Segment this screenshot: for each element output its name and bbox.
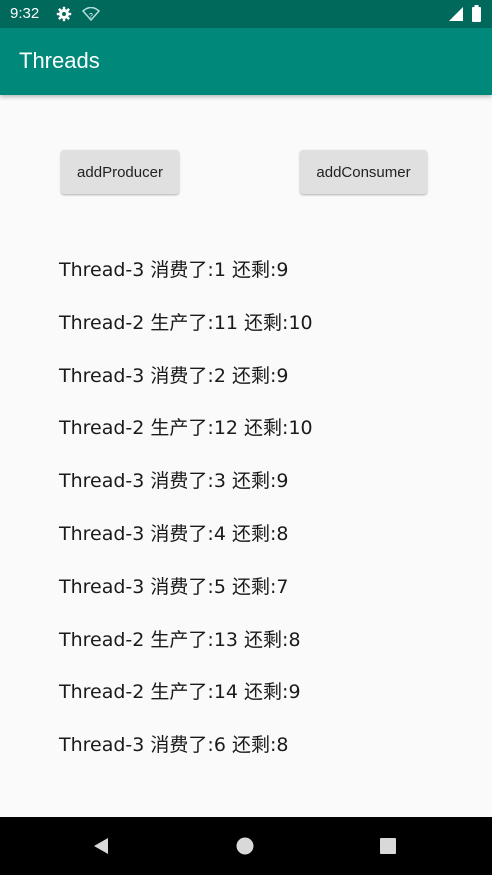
signal-icon (449, 7, 463, 21)
add-producer-button[interactable]: addProducer (61, 150, 179, 194)
add-consumer-button[interactable]: addConsumer (300, 150, 427, 194)
log-item: Thread-2 生产了:14 还剩:9 (59, 681, 301, 704)
gear-icon (56, 6, 72, 22)
status-time: 9:32 (10, 5, 40, 22)
app-bar: Threads (0, 28, 492, 95)
battery-icon (472, 5, 481, 22)
navigation-bar (0, 817, 492, 875)
log-item: Thread-3 消费了:5 还剩:7 (59, 575, 289, 598)
log-item: Thread-3 消费了:2 还剩:9 (59, 364, 289, 387)
thread-log-list: Thread-3 消费了:1 还剩:9 Thread-2 生产了:11 还剩:1… (59, 246, 313, 774)
svg-text:?: ? (89, 13, 93, 20)
log-item: Thread-2 生产了:11 还剩:10 (59, 311, 313, 334)
back-icon[interactable] (92, 837, 110, 855)
log-item: Thread-3 消费了:3 还剩:9 (59, 470, 289, 493)
log-item: Thread-2 生产了:13 还剩:8 (59, 628, 301, 651)
log-item: Thread-2 生产了:12 还剩:10 (59, 417, 313, 440)
home-icon[interactable] (236, 837, 254, 855)
recents-icon[interactable] (379, 837, 397, 855)
app-title: Threads (19, 48, 100, 73)
log-item: Thread-3 消费了:1 还剩:9 (59, 259, 289, 281)
log-item: Thread-3 消费了:6 还剩:8 (59, 734, 289, 757)
log-item: Thread-3 消费了:4 还剩:8 (59, 522, 289, 545)
wifi-icon: ? (82, 7, 100, 21)
status-bar: 9:32 ? (0, 0, 492, 28)
